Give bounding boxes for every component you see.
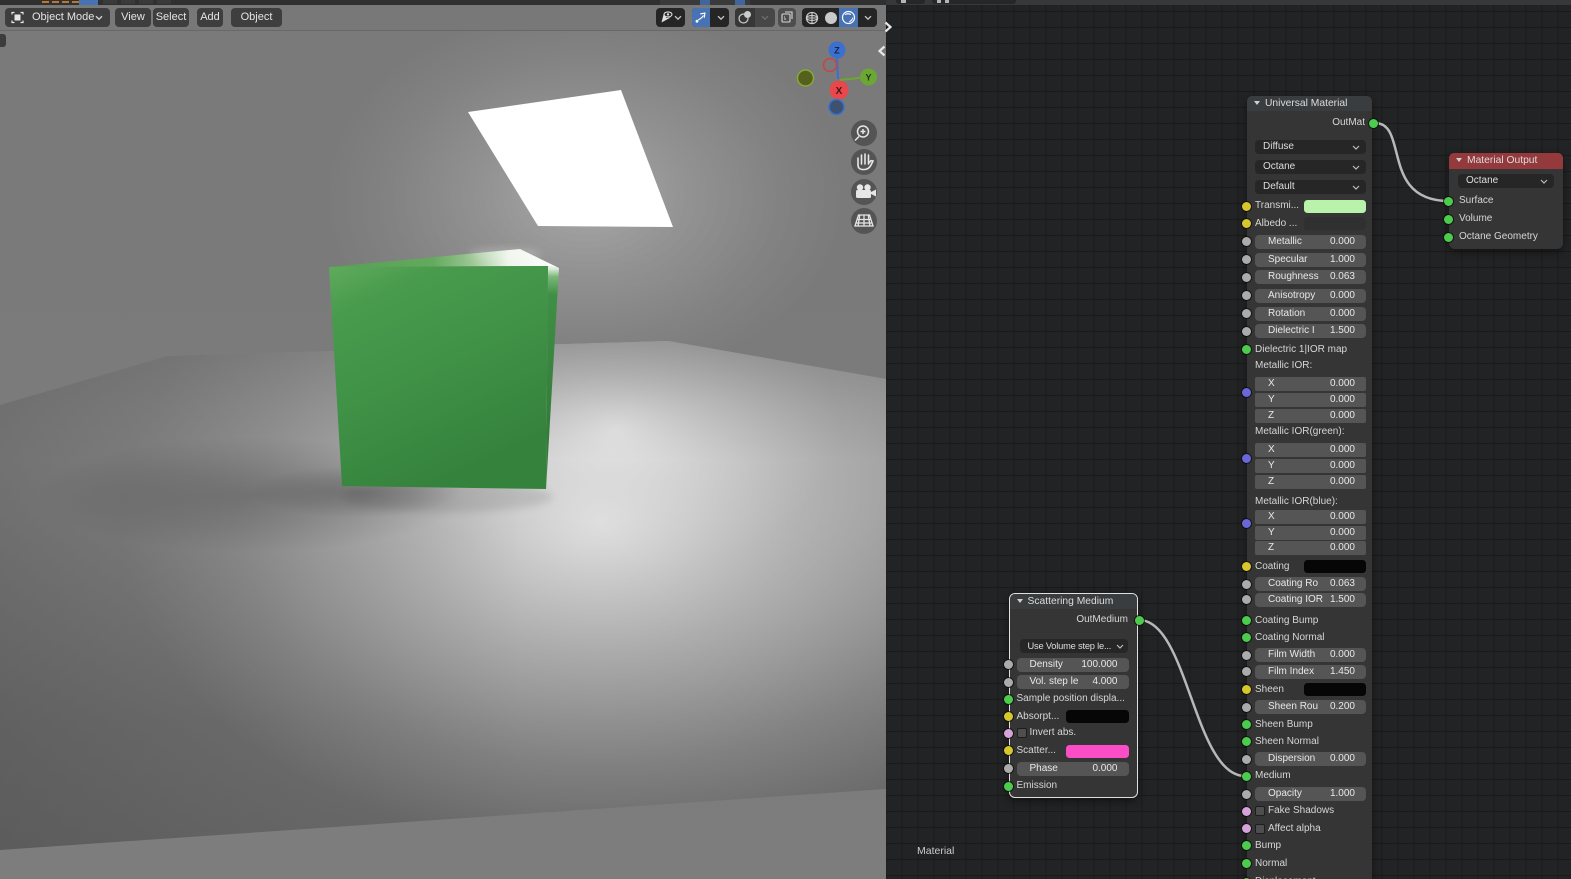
svg-text:X: X [836,86,843,97]
svg-text:Z: Z [834,46,840,56]
svg-text:Y: Y [865,73,871,83]
